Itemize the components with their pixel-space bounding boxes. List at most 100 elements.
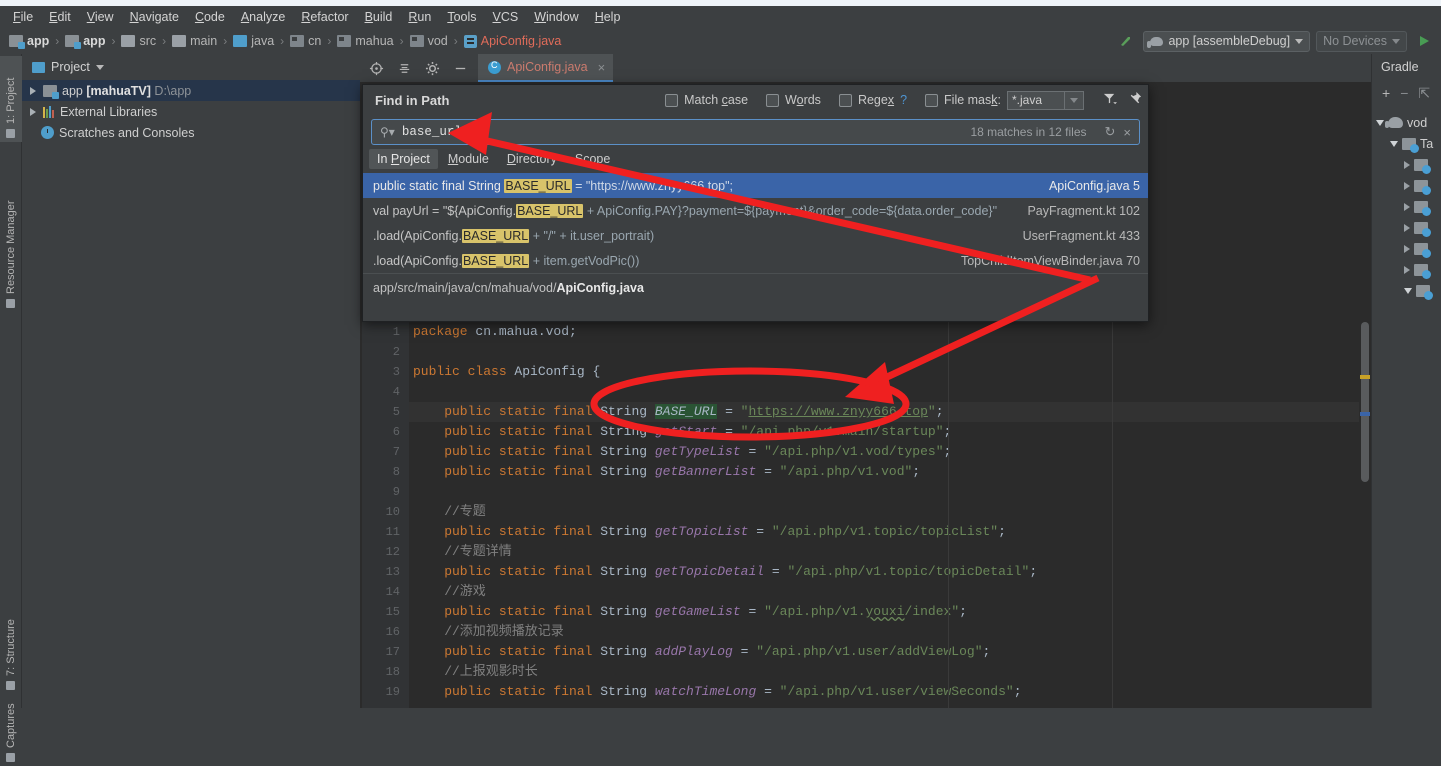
breadcrumb-item-app[interactable]: app: [62, 33, 108, 49]
device-selector[interactable]: No Devices: [1316, 30, 1407, 52]
option-match-case[interactable]: Match case: [665, 93, 748, 107]
menu-item-analyze[interactable]: Analyze: [233, 8, 293, 26]
code-line[interactable]: [409, 382, 1371, 402]
regex-help-icon[interactable]: ?: [900, 93, 907, 107]
code-line[interactable]: public static final String watchTimeLong…: [409, 682, 1371, 702]
checkbox[interactable]: [766, 93, 780, 107]
code-line[interactable]: public static final String getTopicList …: [409, 522, 1371, 542]
filter-icon[interactable]: [1102, 91, 1117, 109]
menu-item-vcs[interactable]: VCS: [485, 8, 527, 26]
menu-item-run[interactable]: Run: [400, 8, 439, 26]
menu-item-build[interactable]: Build: [357, 8, 401, 26]
breadcrumb-item-mahua[interactable]: mahua: [334, 33, 396, 49]
pin-icon[interactable]: [1127, 91, 1142, 109]
tool-window-button-resource-manager[interactable]: Resource Manager: [0, 184, 22, 312]
tool-window-button-7--structure[interactable]: 7: Structure: [0, 594, 22, 694]
menu-item-help[interactable]: Help: [587, 8, 629, 26]
gradle-tree-row[interactable]: [1372, 154, 1441, 175]
code-content[interactable]: package cn.mahua.vod; public class ApiCo…: [409, 322, 1371, 708]
remove-icon[interactable]: −: [1400, 85, 1408, 101]
add-icon[interactable]: +: [1382, 85, 1390, 101]
project-panel-header[interactable]: Project: [22, 54, 360, 80]
menu-item-refactor[interactable]: Refactor: [293, 8, 356, 26]
search-result-row[interactable]: val payUrl = "${ApiConfig.BASE_URL + Api…: [363, 198, 1148, 223]
expand-arrow-icon[interactable]: [30, 107, 36, 116]
code-line[interactable]: public static final String getTopicDetai…: [409, 562, 1371, 582]
code-line[interactable]: public static final String getGameList =…: [409, 602, 1371, 622]
menu-item-tools[interactable]: Tools: [439, 8, 484, 26]
scope-tab-scope[interactable]: Scope: [567, 149, 618, 169]
error-stripe-marker[interactable]: [1360, 412, 1370, 416]
scope-tab-in-project[interactable]: In Project: [369, 149, 438, 169]
search-result-row[interactable]: .load(ApiConfig.BASE_URL + "/" + it.user…: [363, 223, 1148, 248]
search-result-row[interactable]: .load(ApiConfig.BASE_URL + item.getVodPi…: [363, 248, 1148, 273]
scope-tab-module[interactable]: Module: [440, 149, 497, 169]
code-line[interactable]: [409, 482, 1371, 502]
breadcrumb-item-cn[interactable]: cn: [287, 33, 324, 49]
code-line[interactable]: public static final String getTypeList =…: [409, 442, 1371, 462]
collapse-all-icon[interactable]: [392, 56, 416, 80]
breadcrumb-item-vod[interactable]: vod: [407, 33, 451, 49]
gradle-tree-row[interactable]: vod: [1372, 112, 1441, 133]
code-line[interactable]: //上报观影时长: [409, 662, 1371, 682]
tool-window-button-captures[interactable]: Captures: [0, 694, 22, 766]
code-line[interactable]: //专题: [409, 502, 1371, 522]
search-input-value[interactable]: base_url: [402, 125, 971, 139]
hide-icon[interactable]: [448, 56, 472, 80]
scrollbar-thumb[interactable]: [1361, 322, 1369, 482]
run-configuration-selector[interactable]: app [assembleDebug]: [1143, 30, 1311, 52]
gradle-tree-row[interactable]: Ta: [1372, 133, 1441, 154]
code-line[interactable]: //添加视频播放记录: [409, 622, 1371, 642]
menu-item-window[interactable]: Window: [526, 8, 586, 26]
expand-arrow-icon[interactable]: [30, 86, 36, 95]
checkbox[interactable]: [925, 93, 939, 107]
gradle-tree-row[interactable]: [1372, 175, 1441, 196]
option-words[interactable]: Words: [766, 93, 821, 107]
code-line[interactable]: [409, 342, 1371, 362]
breadcrumb-item-app[interactable]: app: [6, 33, 52, 49]
project-tree-row[interactable]: app [mahuaTV] D:\app: [22, 80, 360, 101]
locate-icon[interactable]: [364, 56, 388, 80]
search-results-list[interactable]: public static final String BASE_URL = "h…: [363, 173, 1148, 273]
option-file-mask[interactable]: File mask: *.java: [925, 90, 1084, 110]
clear-icon[interactable]: ×: [1123, 125, 1131, 140]
menu-item-navigate[interactable]: Navigate: [122, 8, 187, 26]
gradle-tree-row[interactable]: [1372, 196, 1441, 217]
menu-item-edit[interactable]: Edit: [41, 8, 79, 26]
gradle-tree-row[interactable]: [1372, 217, 1441, 238]
menu-item-view[interactable]: View: [79, 8, 122, 26]
breadcrumb-item-src[interactable]: src: [118, 33, 159, 49]
chevron-down-icon[interactable]: [95, 64, 104, 70]
code-line[interactable]: public class ApiConfig {: [409, 362, 1371, 382]
editor-tab-apiconfig[interactable]: ApiConfig.java ×: [478, 54, 614, 82]
scope-tab-directory[interactable]: Directory: [499, 149, 565, 169]
expand-arrow-icon[interactable]: [1404, 202, 1410, 211]
gradle-tree-row[interactable]: [1372, 238, 1441, 259]
expand-arrow-icon[interactable]: [1404, 181, 1410, 190]
close-icon[interactable]: ×: [598, 60, 606, 75]
code-line[interactable]: package cn.mahua.vod;: [409, 322, 1371, 342]
gradle-tree-row[interactable]: [1372, 280, 1441, 301]
editor-scrollbar[interactable]: [1359, 322, 1371, 708]
expand-arrow-icon[interactable]: [1404, 223, 1410, 232]
expand-arrow-icon[interactable]: [1404, 287, 1412, 294]
code-line[interactable]: public static final String BASE_URL = "h…: [409, 402, 1371, 422]
gradle-tree-row[interactable]: [1372, 259, 1441, 280]
make-project-icon[interactable]: [1115, 31, 1137, 51]
file-mask-dropdown[interactable]: [1065, 90, 1084, 110]
settings-gear-icon[interactable]: [420, 56, 444, 80]
expand-arrow-icon[interactable]: [1404, 244, 1410, 253]
search-result-row[interactable]: public static final String BASE_URL = "h…: [363, 173, 1148, 198]
menu-item-file[interactable]: File: [5, 8, 41, 26]
code-line[interactable]: public static final String addPlayLog = …: [409, 642, 1371, 662]
option-regex[interactable]: Regex ?: [838, 93, 907, 107]
code-line[interactable]: public static final String getStart = "/…: [409, 422, 1371, 442]
expand-arrow-icon[interactable]: [1376, 119, 1384, 126]
breadcrumb-item-java[interactable]: java: [230, 33, 277, 49]
project-tree-row[interactable]: Scratches and Consoles: [22, 122, 360, 143]
breadcrumb-item-main[interactable]: main: [169, 33, 220, 49]
refresh-icon[interactable]: ↻: [1105, 124, 1116, 140]
attach-icon[interactable]: ⇱: [1418, 85, 1430, 102]
expand-arrow-icon[interactable]: [1390, 140, 1398, 147]
gradle-tree[interactable]: vod Ta: [1372, 106, 1441, 301]
